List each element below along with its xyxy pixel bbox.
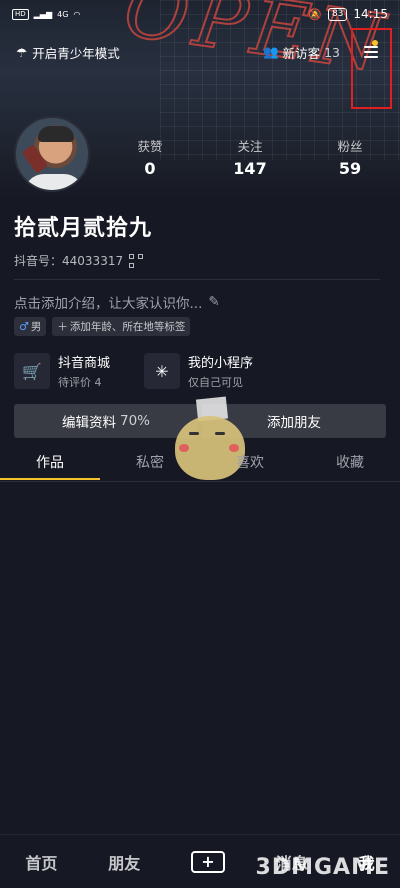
profile-tags: ♂ 男 ＋ 添加年龄、所在地等标签	[14, 317, 191, 336]
stat-following[interactable]: 关注 147	[200, 136, 300, 178]
cart-icon: 🛒	[14, 353, 50, 389]
add-tags-label: 添加年龄、所在地等标签	[69, 321, 186, 333]
qr-code-icon[interactable]	[129, 253, 144, 268]
avatar[interactable]	[14, 116, 90, 192]
shop-title: 抖音商城	[58, 356, 111, 371]
teen-mode-label: 开启青少年模式	[32, 45, 120, 61]
pencil-icon: ✎	[208, 294, 220, 310]
shop-subtitle: 待评价 4	[58, 376, 102, 389]
profile-top-bar: ☂ 开启青少年模式 👥 新访客 13	[0, 38, 400, 66]
new-visitors-button[interactable]: 👥 新访客 13	[263, 43, 340, 62]
profile-name: 拾贰月贰拾九	[14, 216, 153, 241]
people-icon: 👥	[263, 44, 279, 59]
wifi-icon: ◠	[73, 9, 81, 19]
gender-tag[interactable]: ♂ 男	[14, 317, 47, 336]
tabs-divider	[0, 481, 400, 482]
mascot-eye	[189, 432, 199, 435]
bio-placeholder: 点击添加介绍，让大家认识你...	[14, 296, 203, 312]
clock: 14:15	[353, 7, 388, 21]
add-tags-button[interactable]: ＋ 添加年龄、所在地等标签	[52, 317, 191, 336]
tab-favorites[interactable]: 收藏	[300, 452, 400, 482]
stat-likes[interactable]: 获赞 0	[100, 136, 200, 178]
mute-icon: 🔕	[308, 7, 322, 21]
battery-icon: 83	[327, 7, 348, 21]
douyin-id-label: 抖音号：44033317	[14, 252, 123, 269]
divider	[14, 279, 380, 280]
mascot-eye	[215, 432, 225, 435]
nav-friends[interactable]: 朋友	[108, 850, 140, 874]
new-visitors-label: 新访客	[282, 45, 321, 61]
mini-program-subtitle: 仅自己可见	[188, 376, 243, 389]
douyin-id[interactable]: 抖音号：44033317	[14, 252, 144, 269]
stat-label: 粉丝	[337, 139, 363, 154]
menu-highlight-box	[351, 28, 392, 109]
mascot-cheek	[229, 444, 239, 452]
network-type: 4G	[57, 9, 69, 19]
tab-private[interactable]: 私密	[100, 452, 200, 482]
stat-label: 关注	[237, 139, 263, 154]
add-friends-label: 添加朋友	[267, 415, 321, 431]
bio-edit[interactable]: 点击添加介绍，让大家认识你... ✎	[14, 292, 220, 312]
mini-program-title: 我的小程序	[188, 356, 254, 371]
hd-icon: HD	[12, 8, 29, 20]
douyin-id-value: 44033317	[62, 254, 124, 268]
teen-mode-button[interactable]: ☂ 开启青少年模式	[16, 43, 120, 62]
create-button[interactable]: +	[190, 850, 225, 873]
stat-value: 147	[233, 159, 267, 178]
status-bar-right: 🔕 83 14:15	[308, 7, 388, 21]
nav-home[interactable]: 首页	[25, 850, 57, 874]
male-icon: ♂	[19, 320, 29, 333]
new-visitors-count: 13	[324, 44, 340, 60]
avatar-hair	[38, 126, 74, 142]
status-bar: HD ▂▄▆ 4G ◠ 🔕 83 14:15	[0, 0, 400, 28]
avatar-bottle	[21, 144, 49, 174]
gender-label: 男	[30, 321, 42, 333]
shop-shortcut[interactable]: 🛒 抖音商城 待评价 4	[14, 352, 110, 390]
mascot-cheek	[179, 444, 189, 452]
umbrella-icon: ☂	[16, 44, 28, 60]
stat-value: 59	[338, 159, 362, 178]
edit-profile-percent: 70%	[119, 413, 150, 429]
edit-profile-label: 编辑资料	[61, 415, 116, 431]
site-watermark: 3DMGAME	[255, 855, 390, 880]
tab-likes[interactable]: 喜欢	[200, 452, 300, 482]
active-tab-indicator	[0, 478, 100, 480]
plus-icon: ＋	[57, 321, 68, 333]
asterisk-icon: ✳	[144, 353, 180, 389]
status-bar-left: HD ▂▄▆ 4G ◠	[12, 8, 81, 20]
signal-icon: ▂▄▆	[33, 9, 53, 19]
stat-followers[interactable]: 粉丝 59	[300, 136, 400, 178]
stat-label: 获赞	[137, 139, 163, 154]
stat-value: 0	[144, 159, 156, 178]
avatar-shirt	[24, 174, 84, 190]
mini-program-shortcut[interactable]: ✳ 我的小程序 仅自己可见	[144, 352, 253, 390]
profile-stats: 获赞 0 关注 147 粉丝 59	[100, 136, 400, 178]
douyin-id-prefix: 抖音号：	[14, 254, 63, 268]
